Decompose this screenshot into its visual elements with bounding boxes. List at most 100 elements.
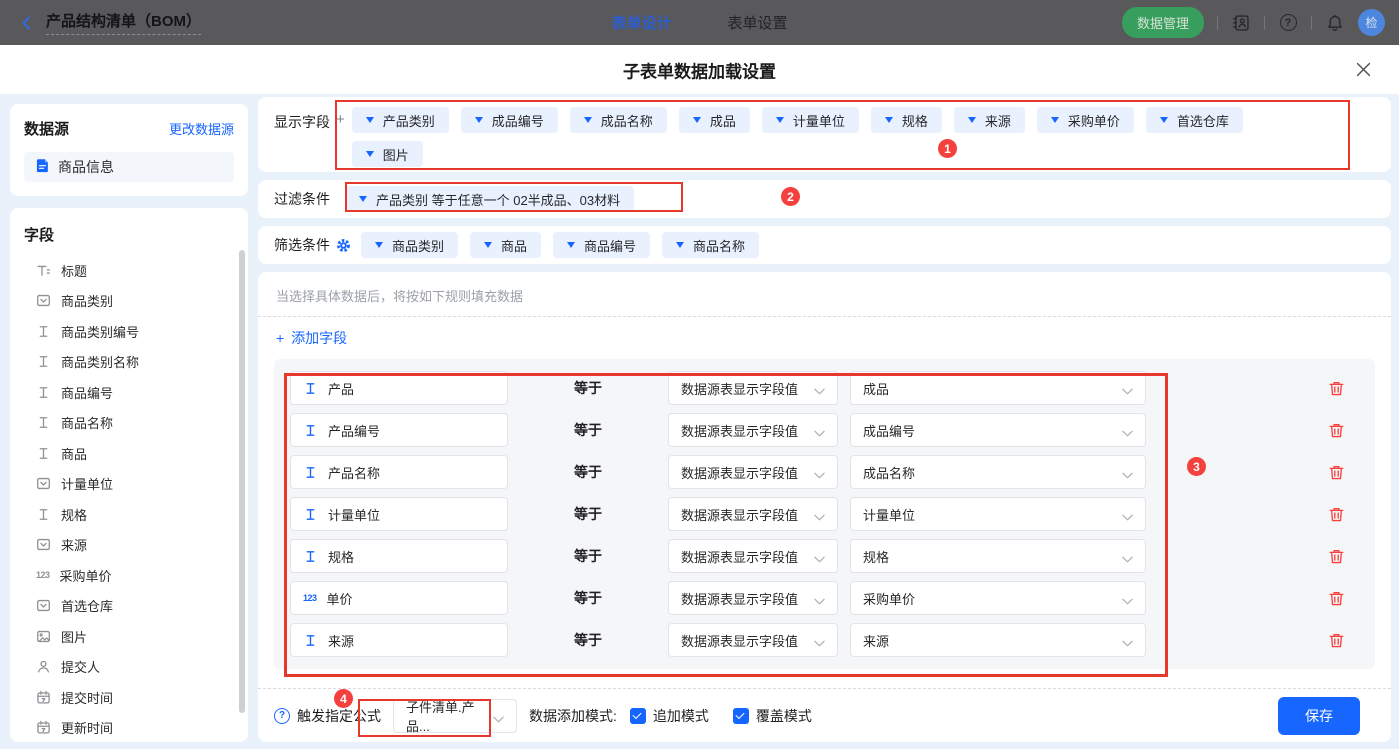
checkbox-checked-icon [630, 708, 646, 724]
bell-icon[interactable] [1325, 13, 1345, 33]
rule-value-dropdown[interactable]: 成品编号 [850, 413, 1146, 447]
data-add-mode-label: 数据添加模式: [529, 706, 617, 726]
delete-rule-icon[interactable] [1328, 380, 1345, 397]
rule-source-dropdown[interactable]: 数据源表显示字段值 [668, 539, 838, 573]
rule-target-field[interactable]: 规格 [290, 539, 508, 573]
rule-target-field[interactable]: 产品名称 [290, 455, 508, 489]
display-field-tag[interactable]: 产品类别 [352, 107, 449, 133]
field-item[interactable]: 商品名称 [24, 408, 236, 439]
rule-operator: 等于 [574, 378, 622, 398]
close-icon[interactable] [1353, 60, 1373, 80]
chevron-down-icon [493, 712, 504, 720]
field-item[interactable]: 商品类别名称 [24, 347, 236, 378]
help-icon[interactable]: ? [1278, 13, 1298, 33]
datasource-panel: 数据源 更改数据源 商品信息 [10, 104, 248, 196]
delete-rule-icon[interactable] [1328, 506, 1345, 523]
delete-rule-icon[interactable] [1328, 422, 1345, 439]
text-icon [36, 446, 51, 461]
field-item[interactable]: 首选仓库 [24, 591, 236, 622]
save-button[interactable]: 保存 [1278, 697, 1360, 735]
field-item[interactable]: 规格 [24, 499, 236, 530]
help-icon[interactable]: ? [274, 708, 290, 724]
caret-down-icon [885, 117, 893, 123]
field-item[interactable]: 标题 [24, 255, 236, 286]
screening-tag[interactable]: 商品编号 [553, 232, 650, 258]
delete-rule-icon[interactable] [1328, 632, 1345, 649]
filter-section: 过滤条件 产品类别 等于任意一个 02半成品、03材料 [258, 180, 1391, 218]
display-field-tag[interactable]: 采购单价 [1037, 107, 1134, 133]
topbar: 产品结构清单（BOM） 表单设计 表单设置 数据管理 ? 检 [0, 0, 1399, 45]
add-display-field-icon[interactable]: + [336, 111, 345, 128]
display-field-tag[interactable]: 成品编号 [461, 107, 558, 133]
delete-rule-icon[interactable] [1328, 464, 1345, 481]
display-field-tag[interactable]: 规格 [871, 107, 942, 133]
gear-icon[interactable] [336, 238, 351, 253]
rule-value-dropdown[interactable]: 规格 [850, 539, 1146, 573]
field-item[interactable]: 提交人 [24, 652, 236, 683]
avatar[interactable]: 检 [1358, 9, 1385, 36]
display-field-tag[interactable]: 图片 [352, 141, 423, 167]
rule-value-dropdown[interactable]: 计量单位 [850, 497, 1146, 531]
field-item[interactable]: 图片 [24, 621, 236, 652]
field-item[interactable]: 采购单价 [24, 560, 236, 591]
title-icon [36, 263, 51, 278]
overwrite-mode-checkbox[interactable]: 覆盖模式 [733, 706, 812, 726]
rule-source-dropdown[interactable]: 数据源表显示字段值 [668, 455, 838, 489]
rule-target-field[interactable]: 计量单位 [290, 497, 508, 531]
rule-value-dropdown[interactable]: 成品名称 [850, 455, 1146, 489]
rule-source-dropdown[interactable]: 数据源表显示字段值 [668, 497, 838, 531]
change-datasource-link[interactable]: 更改数据源 [169, 119, 234, 138]
text-icon [36, 415, 51, 430]
delete-rule-icon[interactable] [1328, 590, 1345, 607]
display-fields-label: 显示字段 [274, 112, 330, 132]
back-icon[interactable] [16, 12, 38, 34]
rule-value-dropdown[interactable]: 成品 [850, 371, 1146, 405]
rule-target-field[interactable]: 来源 [290, 623, 508, 657]
display-field-tag[interactable]: 成品名称 [570, 107, 667, 133]
field-item[interactable]: 来源 [24, 530, 236, 561]
data-manage-button[interactable]: 数据管理 [1122, 7, 1204, 38]
filter-label: 过滤条件 [274, 189, 330, 209]
text-icon [303, 465, 318, 480]
calendar-icon [36, 690, 51, 705]
field-item[interactable]: 商品类别 [24, 286, 236, 317]
field-item[interactable]: 更新时间 [24, 713, 236, 743]
form-title[interactable]: 产品结构清单（BOM） [46, 10, 201, 35]
rule-value-dropdown[interactable]: 采购单价 [850, 581, 1146, 615]
contacts-icon[interactable] [1231, 13, 1251, 33]
tab-form-design[interactable]: 表单设计 [611, 12, 671, 33]
caret-down-icon [676, 242, 684, 248]
display-field-tag[interactable]: 计量单位 [762, 107, 859, 133]
field-item[interactable]: 计量单位 [24, 469, 236, 500]
field-item[interactable]: 商品类别编号 [24, 316, 236, 347]
append-mode-checkbox[interactable]: 追加模式 [630, 706, 709, 726]
display-field-tag[interactable]: 来源 [954, 107, 1025, 133]
datasource-item[interactable]: 商品信息 [24, 152, 234, 182]
trigger-formula-dropdown[interactable]: 子件清单.产品... [393, 699, 517, 733]
display-field-tag[interactable]: 首选仓库 [1146, 107, 1243, 133]
screening-tag[interactable]: 商品类别 [361, 232, 458, 258]
filter-condition-tag[interactable]: 产品类别 等于任意一个 02半成品、03材料 [345, 186, 634, 212]
rule-source-dropdown[interactable]: 数据源表显示字段值 [668, 371, 838, 405]
tab-form-settings[interactable]: 表单设置 [728, 12, 788, 33]
rule-target-field[interactable]: 产品 [290, 371, 508, 405]
display-field-tag[interactable]: 成品 [679, 107, 750, 133]
rule-row: 来源 等于 数据源表显示字段值 来源 [290, 623, 1359, 657]
fields-scrollbar[interactable] [239, 250, 245, 713]
datasource-item-label: 商品信息 [58, 157, 114, 177]
field-item[interactable]: 提交时间 [24, 682, 236, 713]
field-item[interactable]: 商品 [24, 438, 236, 469]
rule-target-field[interactable]: 产品编号 [290, 413, 508, 447]
divider [1311, 16, 1312, 30]
screening-tag[interactable]: 商品 [470, 232, 541, 258]
rule-source-dropdown[interactable]: 数据源表显示字段值 [668, 581, 838, 615]
chevron-down-icon [1122, 636, 1133, 644]
rule-source-dropdown[interactable]: 数据源表显示字段值 [668, 413, 838, 447]
delete-rule-icon[interactable] [1328, 548, 1345, 565]
rule-target-field[interactable]: 单价 [290, 581, 508, 615]
screening-tag[interactable]: 商品名称 [662, 232, 759, 258]
rule-value-dropdown[interactable]: 来源 [850, 623, 1146, 657]
field-item[interactable]: 商品编号 [24, 377, 236, 408]
add-field-button[interactable]: +添加字段 [258, 317, 388, 359]
rule-source-dropdown[interactable]: 数据源表显示字段值 [668, 623, 838, 657]
